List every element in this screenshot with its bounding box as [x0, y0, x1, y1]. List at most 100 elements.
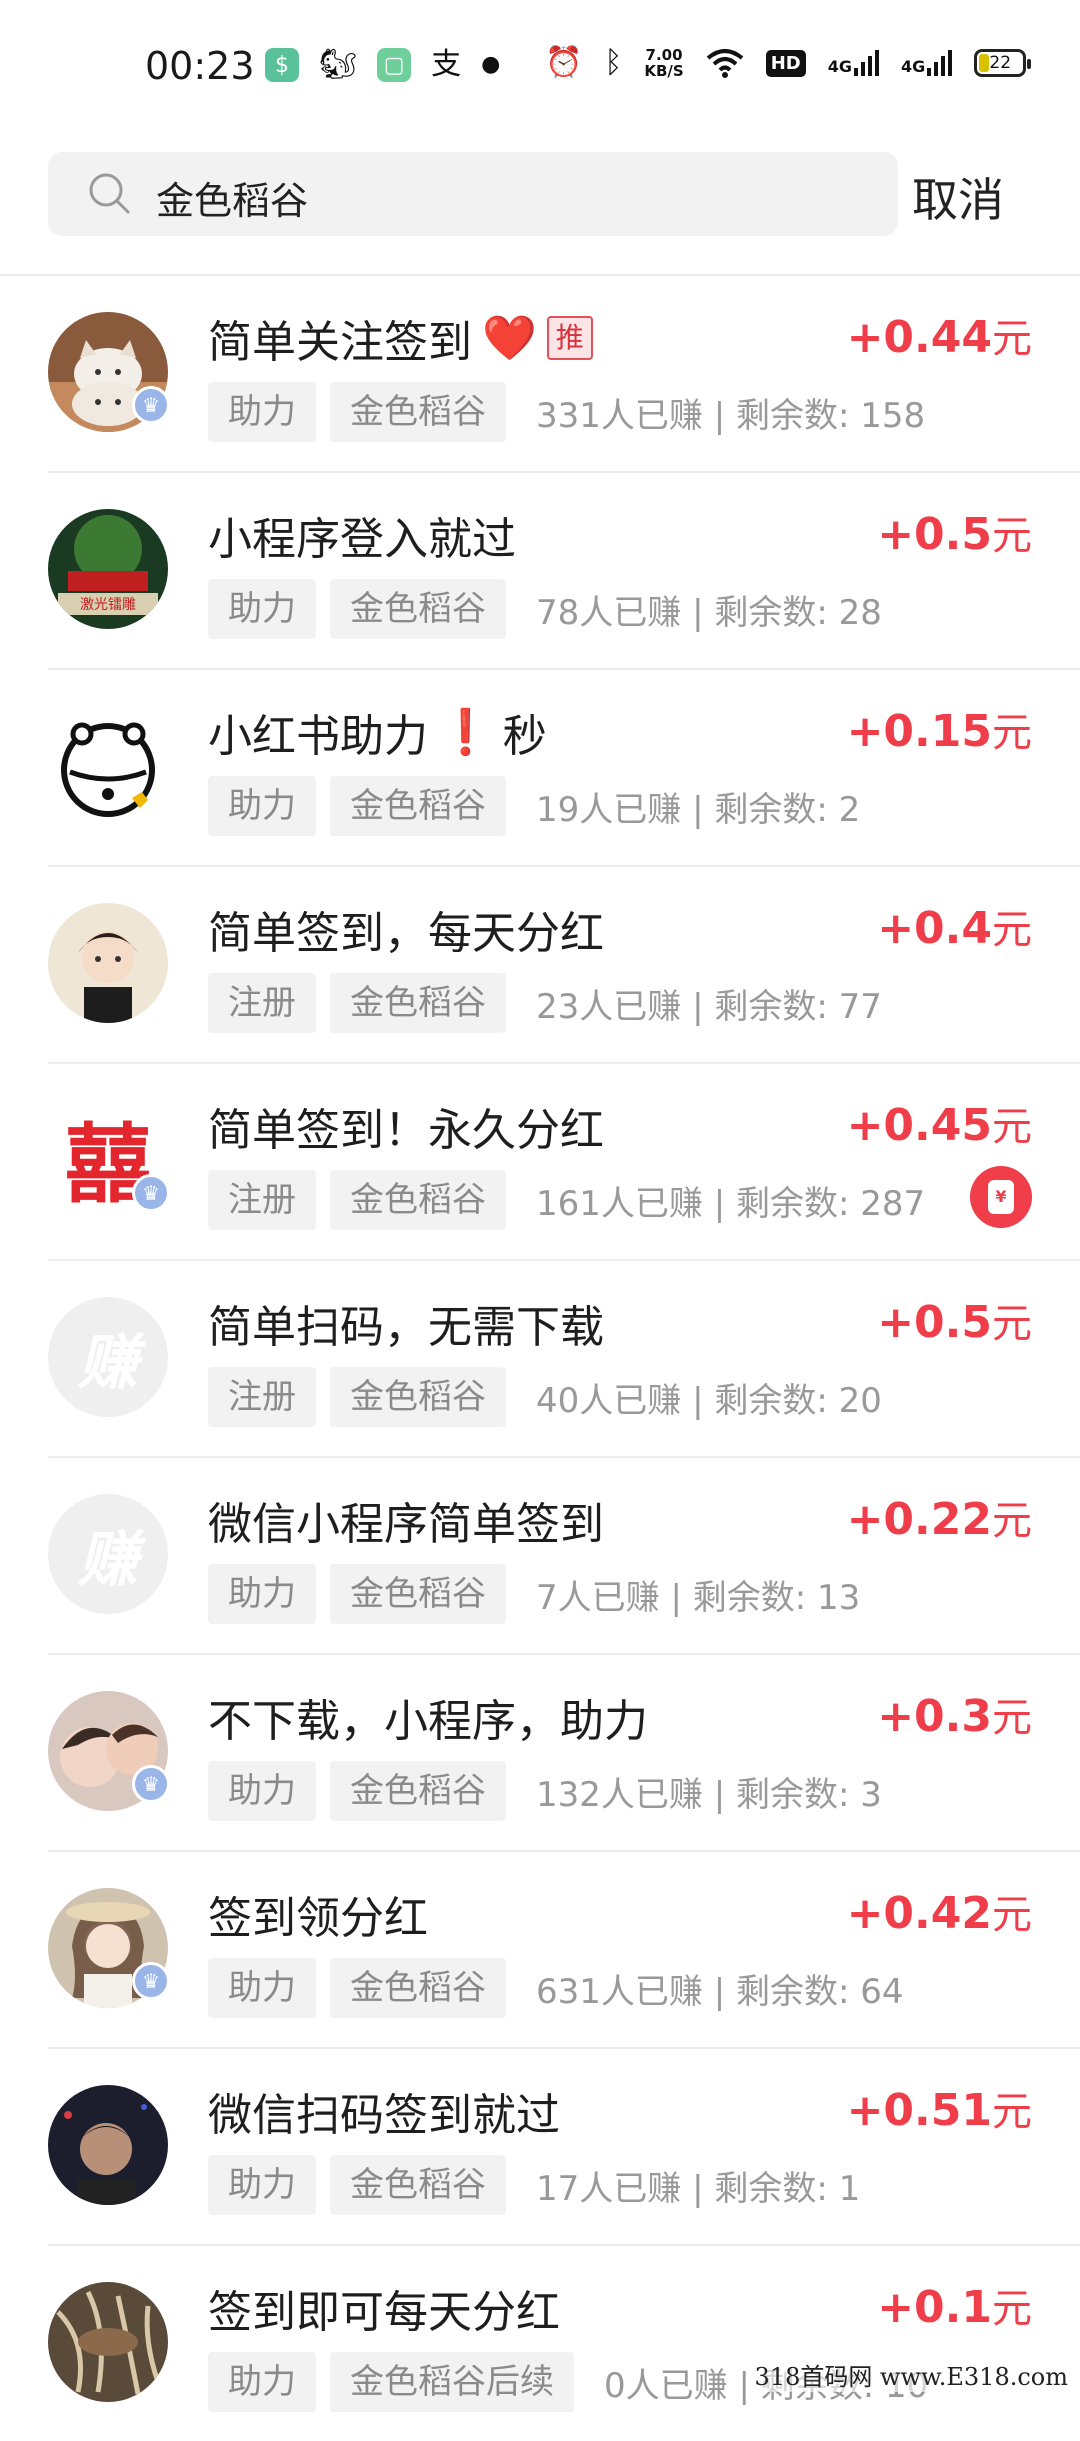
task-list: ♛ 简单关注签到 ❤️ 推 +0.44元 助力 金色稻谷 331人已赚 | 剩余数: 158 激…	[0, 276, 1080, 2441]
reward-amount: +0.1	[877, 2282, 992, 2333]
search-icon	[89, 173, 130, 214]
task-tags: 注册 金色稻谷 40人已赚 | 剩余数: 20	[208, 1367, 882, 1427]
source-tag: 金色稻谷	[330, 1958, 506, 2018]
avatar: 激光镭雕	[48, 509, 168, 629]
type-tag: 助力	[208, 2352, 316, 2412]
task-reward: +0.44元	[847, 306, 1032, 364]
reward-unit: 元	[992, 2089, 1032, 2135]
task-list-item[interactable]: 赚简单扫码，无需下载 +0.5元 注册 金色稻谷 40人已赚 | 剩余数: 20	[48, 1261, 1080, 1458]
network-type-label: 4G	[827, 57, 852, 76]
wifi-icon	[706, 49, 743, 78]
reward-amount: +0.44	[846, 312, 992, 363]
reward-amount: +0.5	[877, 509, 992, 560]
task-stats: 78人已赚 | 剩余数: 28	[536, 592, 882, 633]
network-type-label: 4G	[900, 57, 926, 76]
type-tag: 助力	[208, 1761, 316, 1821]
task-list-item[interactable]: 签到即可每天分红+0.1元助力金色稻谷后续0人已赚 | 剩余数: 10	[48, 2246, 1080, 2441]
reward-amount: +0.4	[877, 903, 992, 954]
squirrel-app-icon: 🐿	[319, 47, 358, 82]
task-list-item[interactable]: 微信扫码签到就过 +0.51元 助力 金色稻谷 17人已赚 | 剩余数: 1	[48, 2049, 1080, 2246]
source-tag: 金色稻谷后续	[330, 2352, 574, 2412]
verified-crown-icon: ♛	[132, 1174, 170, 1212]
task-title-text: 微信扫码签到就过	[208, 2090, 560, 2141]
network-speed: 7.00 KB/S	[644, 47, 683, 79]
task-reward: +0.42元	[847, 1882, 1032, 1940]
task-title-text: 简单扫码，无需下载	[208, 1302, 604, 1353]
signal-sim1: 4G	[828, 50, 879, 76]
task-stats: 19人已赚 | 剩余数: 2	[536, 789, 861, 830]
task-title: 微信小程序简单签到	[208, 1488, 604, 1552]
source-tag: 金色稻谷	[330, 382, 506, 442]
verified-crown-icon: ♛	[132, 1765, 170, 1803]
task-list-item[interactable]: 赚微信小程序简单签到 +0.22元 助力 金色稻谷 7人已赚 | 剩余数: 13	[48, 1458, 1080, 1655]
task-stats: 23人已赚 | 剩余数: 77	[536, 986, 882, 1027]
task-title-text: 不下载，小程序，助力	[208, 1696, 648, 1747]
task-tags: 助力 金色稻谷 331人已赚 | 剩余数: 158	[208, 382, 925, 442]
task-stats: 331人已赚 | 剩余数: 158	[536, 395, 926, 436]
signal-sim2: 4G	[900, 50, 953, 76]
avatar	[48, 2085, 168, 2205]
task-list-item[interactable]: 简单签到，每天分红 +0.4元注册 金色稻谷 23人已赚 | 剩余数: 77	[48, 867, 1080, 1064]
task-title: 简单签到！永久分红	[208, 1094, 604, 1158]
yuan-symbol: ¥	[988, 1180, 1014, 1214]
alarm-icon: ⏰	[545, 45, 583, 80]
verified-crown-icon: ♛	[132, 386, 170, 424]
task-stats: 40人已赚 | 剩余数: 20	[536, 1380, 882, 1421]
cancel-button[interactable]: 取消	[912, 164, 1004, 230]
task-reward: +0.4元	[877, 897, 1032, 955]
task-list-item[interactable]: ♛ 不下载，小程序，助力 +0.3元助力 金色稻谷 132人已赚 | 剩余数: 3	[48, 1655, 1080, 1852]
task-title-text: 签到即可每天分红	[208, 2287, 560, 2338]
alipay-icon: 支	[431, 47, 462, 82]
source-tag: 金色稻谷	[330, 579, 506, 639]
task-list-item[interactable]: ♛ 签到领分红 +0.42元助力 金色稻谷 631人已赚 | 剩余数: 64	[48, 1852, 1080, 2049]
source-tag: 金色稻谷	[330, 973, 506, 1033]
type-tag: 助力	[208, 776, 316, 836]
search-input[interactable]: 金色稻谷	[48, 152, 898, 236]
task-reward: +0.15元	[847, 700, 1032, 758]
reward-amount: +0.42	[846, 1888, 992, 1939]
system-icons: ⏰ ᛒ 7.00 KB/S HD 4G 4G 22	[545, 45, 1032, 80]
task-reward: +0.45元	[847, 1094, 1032, 1152]
task-list-item[interactable]: 小红书助力 ❗ 秒 +0.15元 助力 金色稻谷 19人已赚 | 剩余数: 2	[48, 670, 1080, 867]
task-tags: 助力 金色稻谷 19人已赚 | 剩余数: 2	[208, 776, 860, 836]
signal-bars-icon	[853, 50, 879, 76]
type-tag: 注册	[208, 973, 316, 1033]
reward-unit: 元	[992, 513, 1032, 559]
type-tag: 助力	[208, 382, 316, 442]
reward-unit: 元	[992, 1695, 1032, 1741]
task-title-text: 简单签到！永久分红	[208, 1105, 604, 1156]
task-list-item[interactable]: 囍 ♛ 简单签到！永久分红 +0.45元 注册 金色稻谷 161人已赚 | 剩余数: 287…	[48, 1064, 1080, 1261]
source-tag: 金色稻谷	[330, 1564, 506, 1624]
copy-app-icon: ▢	[377, 48, 412, 82]
battery-icon: 22	[974, 49, 1032, 77]
red-packet-icon[interactable]: ¥	[970, 1166, 1032, 1228]
avatar	[48, 2282, 168, 2402]
source-tag: 金色稻谷	[330, 1170, 506, 1230]
task-title: 签到即可每天分红	[208, 2276, 560, 2340]
source-tag: 金色稻谷	[330, 776, 506, 836]
avatar	[48, 706, 168, 826]
task-title-text: 简单签到，每天分红	[208, 908, 604, 959]
task-stats: 161人已赚 | 剩余数: 287	[536, 1183, 926, 1224]
reward-unit: 元	[992, 907, 1032, 953]
recommend-badge: 推	[546, 316, 593, 360]
task-reward: +0.3元	[877, 1685, 1032, 1743]
source-tag: 金色稻谷	[330, 1761, 506, 1821]
verified-crown-icon: ♛	[132, 1962, 170, 2000]
task-title: 简单关注签到 ❤️ 推	[208, 306, 593, 370]
reward-amount: +0.22	[846, 1494, 992, 1545]
reward-unit: 元	[992, 710, 1032, 756]
source-tag: 金色稻谷	[330, 1367, 506, 1427]
task-tags: 助力 金色稻谷 132人已赚 | 剩余数: 3	[208, 1761, 882, 1821]
task-stats: 7人已赚 | 剩余数: 13	[536, 1577, 861, 1618]
task-reward: +0.1元	[877, 2276, 1032, 2334]
task-list-item[interactable]: ♛ 简单关注签到 ❤️ 推 +0.44元助力 金色稻谷 331人已赚 | 剩余数: 158	[48, 276, 1080, 473]
network-speed-value: 7.00	[645, 46, 683, 64]
task-tags: 助力 金色稻谷 631人已赚 | 剩余数: 64	[208, 1958, 904, 2018]
reward-amount: +0.51	[846, 2085, 992, 2136]
task-tags: 注册 金色稻谷 23人已赚 | 剩余数: 77	[208, 973, 882, 1033]
task-title-text: 小红书助力	[208, 711, 428, 762]
task-title-text: 签到领分红	[208, 1893, 428, 1944]
task-list-item[interactable]: 激光镭雕 小程序登入就过 +0.5元 助力 金色稻谷 78人已赚 | 剩余数: 28	[48, 473, 1080, 670]
source-tag: 金色稻谷	[330, 2155, 506, 2215]
